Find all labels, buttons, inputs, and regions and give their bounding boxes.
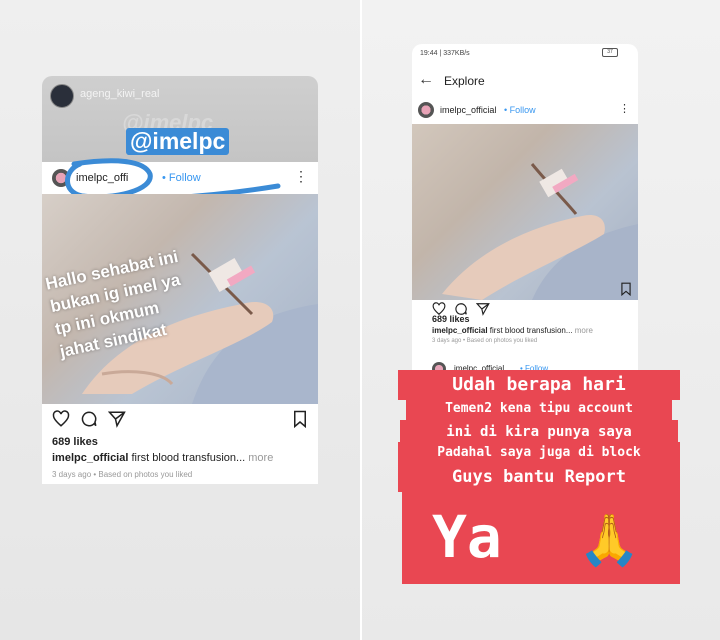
heart-icon[interactable] bbox=[52, 410, 70, 428]
caption-text: first blood transfusion... bbox=[128, 452, 249, 464]
post-username[interactable]: imelpc_offi bbox=[76, 172, 128, 184]
text-sticker-line: Guys bantu Report bbox=[398, 462, 680, 492]
follow-link[interactable]: • Follow bbox=[504, 105, 536, 115]
story-username[interactable]: ageng_kiwi_real bbox=[80, 88, 160, 100]
post-meta: 3 days ago • Based on photos you liked bbox=[432, 338, 538, 344]
post-avatar[interactable] bbox=[418, 102, 434, 118]
caption-username[interactable]: imelpc_official bbox=[52, 452, 128, 464]
post-username[interactable]: imelpc_official bbox=[440, 105, 496, 115]
iv-hand-photo bbox=[442, 163, 638, 300]
share-icon[interactable] bbox=[108, 410, 126, 428]
status-time: 19:44 | 337KB/s bbox=[420, 50, 470, 57]
screen-title: Explore bbox=[444, 74, 485, 88]
post-caption: imelpc_official first blood transfusion.… bbox=[432, 326, 593, 335]
more-options-icon[interactable]: ⋮ bbox=[294, 168, 308, 185]
big-text: Ya bbox=[432, 503, 502, 571]
more-options-icon[interactable]: ⋮ bbox=[619, 102, 630, 115]
text-sticker-line: Temen2 kena tipu account bbox=[406, 398, 672, 420]
post-header: imelpc_official • Follow ⋮ bbox=[412, 98, 638, 124]
follow-link[interactable]: • Follow bbox=[162, 172, 201, 184]
post-actions bbox=[42, 406, 318, 434]
comment-icon[interactable] bbox=[80, 410, 98, 428]
back-arrow-icon[interactable]: ← bbox=[418, 71, 434, 89]
bookmark-icon[interactable] bbox=[620, 282, 632, 296]
post-header: imelpc_offi • Follow ⋮ bbox=[42, 158, 318, 202]
post-photo bbox=[412, 124, 638, 300]
battery-icon: 37 bbox=[602, 48, 618, 57]
status-bar: 19:44 | 337KB/s 37 bbox=[412, 44, 638, 62]
likes-count[interactable]: 689 likes bbox=[432, 314, 470, 324]
story-header: ageng_kiwi_real @imelpc @imelpc bbox=[42, 76, 318, 162]
caption-username[interactable]: imelpc_official bbox=[432, 326, 488, 335]
mention-sticker[interactable]: @imelpc bbox=[126, 128, 230, 155]
big-text-sticker: Ya 🙏 bbox=[402, 492, 680, 584]
praying-hands-icon: 🙏 bbox=[578, 511, 641, 569]
post-meta: 3 days ago • Based on photos you liked bbox=[52, 470, 193, 479]
shared-post-card: imelpc_offi • Follow ⋮ Hallo sehabat ini… bbox=[42, 158, 318, 484]
phone-screenshot: 19:44 | 337KB/s 37 ← Explore imelpc_offi… bbox=[412, 44, 638, 384]
explore-header: ← Explore bbox=[412, 66, 638, 96]
caption-text: first blood transfusion... bbox=[487, 326, 575, 335]
text-sticker-line: Udah berapa hari bbox=[398, 370, 680, 400]
left-story-panel: ageng_kiwi_real @imelpc @imelpc imelpc_o… bbox=[0, 0, 360, 640]
share-icon[interactable] bbox=[476, 302, 490, 316]
text-sticker-line: ini di kira punya saya bbox=[400, 420, 678, 444]
bookmark-icon[interactable] bbox=[292, 410, 308, 428]
post-caption: imelpc_official first blood transfusion.… bbox=[52, 452, 273, 464]
likes-count[interactable]: 689 likes bbox=[52, 436, 98, 448]
post-avatar[interactable] bbox=[52, 169, 70, 187]
caption-more-link[interactable]: more bbox=[575, 326, 593, 335]
post-photo: Hallo sehabat ini bukan ig imel ya tp in… bbox=[42, 194, 318, 404]
text-sticker-line: Padahal saya juga di block bbox=[398, 442, 680, 464]
caption-more-link[interactable]: more bbox=[248, 452, 273, 464]
story-avatar[interactable] bbox=[50, 84, 74, 108]
